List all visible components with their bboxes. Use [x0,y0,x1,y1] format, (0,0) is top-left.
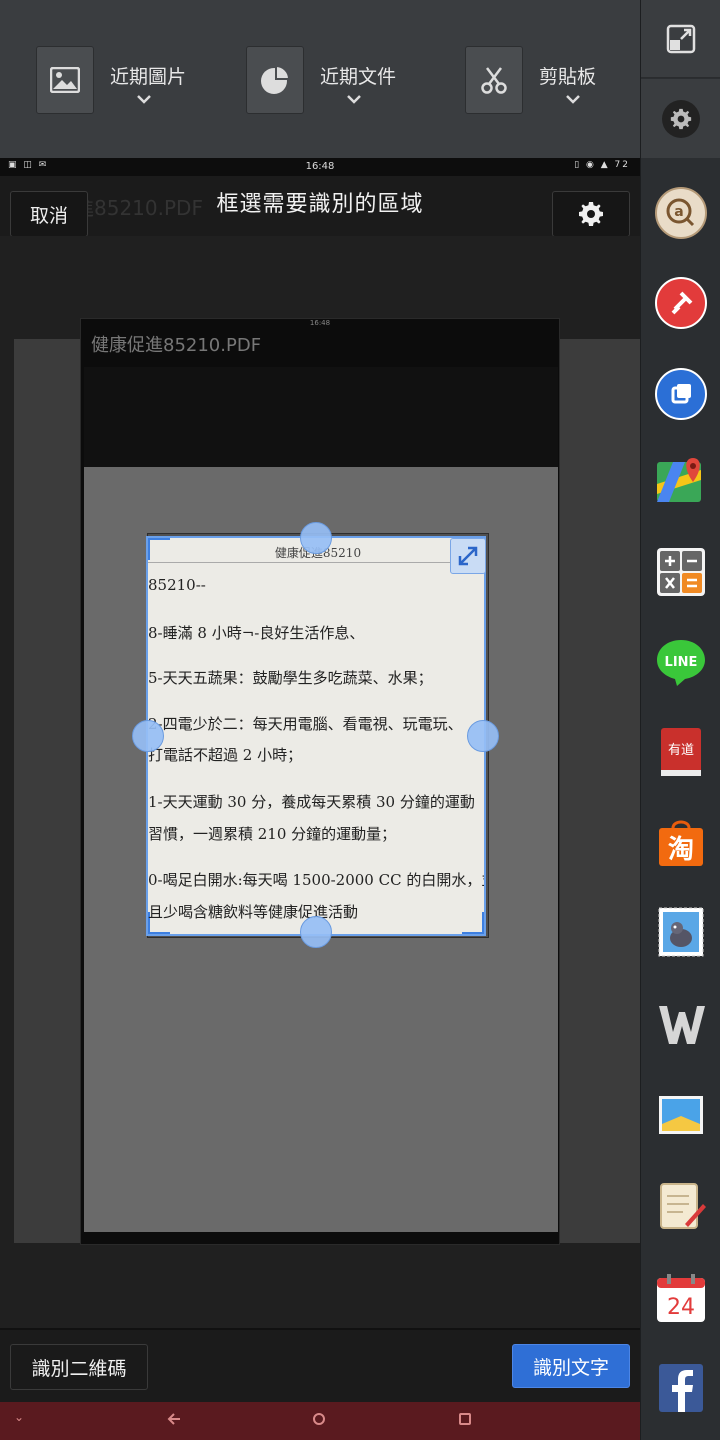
maps-icon [657,458,701,502]
doc-line: 8-睡滿 8 小時¬-良好生活作息、 [148,624,365,642]
gear-icon [579,202,603,226]
app-line[interactable]: LINE [655,636,707,688]
app-dock: a LINE 有道 淘 24 [640,0,720,1440]
doc-line: 85210-- [148,576,206,594]
status-time: 16:48 [305,161,335,172]
header-divider [148,562,484,563]
preview-panel-left [14,339,80,1243]
youdao-icon: 有道 [661,728,701,776]
app-calculator[interactable] [655,546,707,598]
inner-document-title: 健康促進85210.PDF [91,335,262,356]
chevron-down-icon [565,90,581,108]
expand-icon [458,546,478,566]
selection-crop-area[interactable]: 健康促進85210 85210-- 8-睡滿 8 小時¬-良好生活作息、 5-天… [146,536,486,936]
chevron-down-icon[interactable]: ⌄ [14,1410,24,1424]
calculator-icon [657,548,705,596]
navigation-bar: ⌄ [0,1402,640,1440]
pin-icon [655,277,707,329]
copy-icon [655,368,707,420]
resize-icon [666,24,696,53]
battery-level: 72 [614,160,630,170]
app-notes[interactable] [655,1180,707,1232]
top-toolbar: 近期圖片 近期文件 剪貼板 [0,0,640,158]
crop-handle-left[interactable] [132,720,164,752]
youdao-logo-text: 有道 [668,743,694,758]
selection-header: 健康促進85210.PDF 取消 框選需要識別的區域 [0,176,640,237]
clipboard-label: 剪貼板 [539,66,597,88]
crop-handle-top[interactable] [300,522,332,554]
window-resize-button[interactable] [641,0,720,78]
dock-settings-button[interactable] [641,79,720,158]
gear-icon [662,99,700,138]
app-facebook[interactable] [655,1362,707,1414]
home-icon[interactable] [311,1411,327,1431]
crop-handle-bottom[interactable] [300,916,332,948]
app-youdao[interactable]: 有道 [655,726,707,778]
inner-header-area [84,367,558,467]
line-icon: LINE [657,640,705,686]
preview-panel-right [560,339,640,1243]
notes-pencil-icon [660,1183,706,1229]
doc-line: 打電話不超過 2 小時； [148,746,303,764]
recognize-text-button[interactable]: 識別文字 [512,1344,630,1388]
app-w[interactable] [655,998,707,1050]
doc-line: 1-天天運動 30 分，養成每天累積 30 分鐘的運動 [148,793,475,811]
search-a-icon: a [655,187,707,239]
recent-images-label: 近期圖片 [110,66,187,88]
crop-handle-right[interactable] [467,720,499,752]
facebook-icon [659,1364,703,1412]
crop-corner-bottom-right [462,912,484,934]
taobao-bag-icon: 淘 [659,820,703,866]
system-icons: ▯ ◉ ▲ 72 [574,160,630,170]
w-logo-icon [659,1006,705,1044]
stamp-bird-icon [658,907,704,957]
taobao-logo-text: 淘 [668,835,694,865]
expand-selection-button[interactable] [450,538,486,574]
app-taobao[interactable]: 淘 [655,816,707,868]
scissors-icon [465,46,523,114]
recents-icon[interactable] [457,1411,473,1431]
chevron-down-icon [136,90,152,108]
app-pin[interactable] [655,277,707,329]
back-icon[interactable] [166,1411,182,1431]
doc-line: 5-天天五蔬果：鼓勵學生多吃蔬菜、水果； [148,669,433,687]
app-copy[interactable] [655,368,707,420]
gallery-icon [659,1096,703,1134]
app-maps[interactable] [655,454,707,506]
doc-line: 習慣，一週累積 210 分鐘的運動量； [148,825,397,843]
pie-chart-icon [246,46,304,114]
recent-docs-label: 近期文件 [320,66,397,88]
screen-root: 近期圖片 近期文件 剪貼板 ▣ ◫ ✉ 16:48 ▯ ◉ ▲ 72 健康促進8… [0,0,720,1440]
action-bar: 識別二維碼 識別文字 [0,1330,640,1402]
app-stamp[interactable] [655,906,707,958]
page-title: 框選需要識別的區域 [216,192,424,217]
app-calendar[interactable]: 24 [655,1272,707,1324]
image-icon [36,46,94,114]
app-search-a[interactable]: a [655,187,707,239]
status-bar: ▣ ◫ ✉ 16:48 ▯ ◉ ▲ 72 [0,158,640,176]
line-logo-text: LINE [665,655,698,670]
chevron-down-icon [346,90,362,108]
calendar-icon: 24 [657,1274,705,1322]
app-gallery[interactable] [655,1088,707,1140]
calendar-day: 24 [667,1295,695,1320]
scan-qr-button[interactable]: 識別二維碼 [10,1344,148,1390]
settings-button[interactable] [552,191,630,237]
svg-text:a: a [674,204,683,220]
doc-line: 且少喝含糖飲料等健康促進活動 [148,903,359,921]
doc-line: 2-四電少於二：每天用電腦、看電視、玩電玩、 [148,715,463,733]
inner-status-time: 16:48 [309,319,331,327]
doc-line: 0-喝足白開水:每天喝 1500-2000 CC 的白開水，並 [148,871,486,889]
